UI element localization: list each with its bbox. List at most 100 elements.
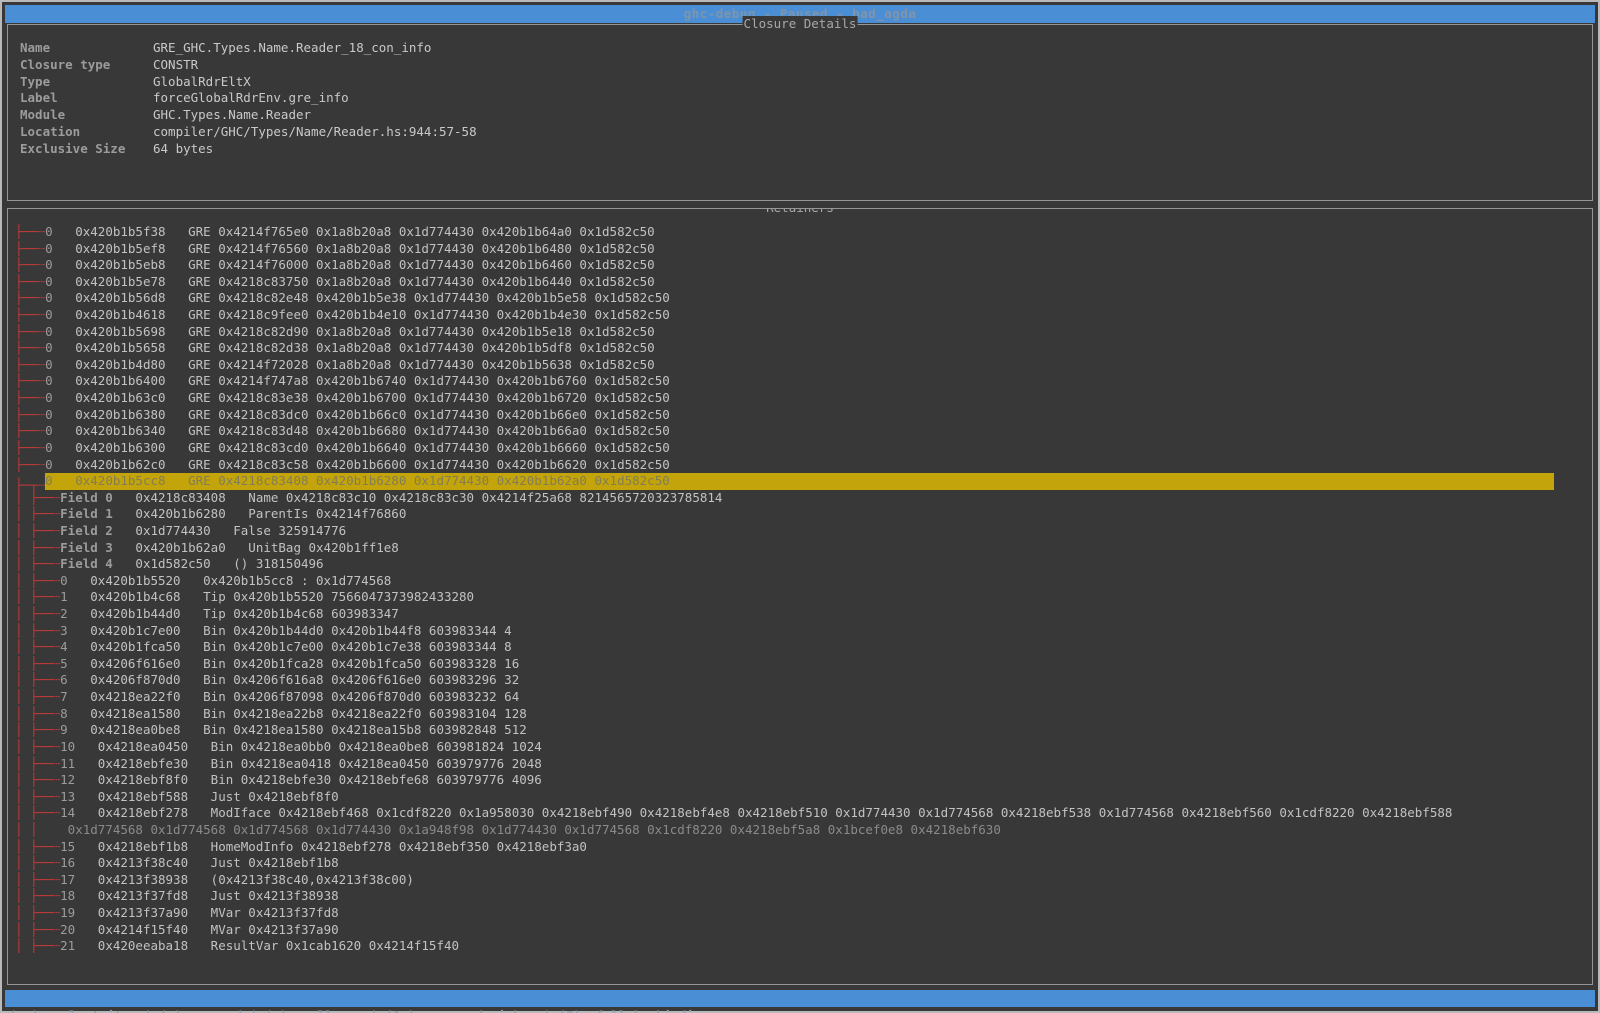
- tree-row[interactable]: │ ├──┄18 0x4213f37fd8 Just 0x4213f38938: [15, 888, 1590, 905]
- row-index: 11: [60, 756, 75, 771]
- row-closure-text: 0x4206f616e0 Bin 0x420b1fca28 0x420b1fca…: [68, 656, 520, 671]
- tree-row[interactable]: ├──┄0 0x420b1b4d80 GRE 0x4214f72028 0x1a…: [15, 357, 1590, 374]
- tree-row[interactable]: │ ├──┄1 0x420b1b4c68 Tip 0x420b1b5520 75…: [15, 589, 1590, 606]
- row-closure-text: 0x420b1b62a0 UnitBag 0x420b1ff1e8: [113, 540, 399, 555]
- tree-row[interactable]: ├──┄0 0x420b1b56d8 GRE 0x4218c82e48 0x42…: [15, 290, 1590, 307]
- row-body: 0 0x420b1b63c0 GRE 0x4218c83e38 0x420b1b…: [45, 390, 670, 405]
- tree-branch-icon: │ │: [15, 822, 38, 837]
- tree-branch-icon: │ ├──┄: [15, 523, 60, 538]
- tree-branch-icon: ├──┄: [15, 290, 45, 305]
- tree-branch-icon: │ ├──┄: [15, 540, 60, 555]
- tree-row[interactable]: ├──┄0 0x420b1b63c0 GRE 0x4218c83e38 0x42…: [15, 390, 1590, 407]
- field-value: GRE_GHC.Types.Name.Reader_18_con_info: [153, 40, 431, 57]
- tree-row[interactable]: │ ├──┄13 0x4218ebf588 Just 0x4218ebf8f0: [15, 789, 1590, 806]
- tree-branch-icon: ├──┄: [15, 241, 45, 256]
- tree-row[interactable]: │ ├──┄15 0x4218ebf1b8 HomeModInfo 0x4218…: [15, 839, 1590, 856]
- row-index: 15: [60, 839, 75, 854]
- tree-row[interactable]: │ ├──┄7 0x4218ea22f0 Bin 0x4206f87098 0x…: [15, 689, 1590, 706]
- tree-row[interactable]: │ ├──┄6 0x4206f870d0 Bin 0x4206f616a8 0x…: [15, 672, 1590, 689]
- tree-row[interactable]: │ ├──┄20 0x4214f15f40 MVar 0x4213f37a90: [15, 922, 1590, 939]
- row-index: 12: [60, 772, 75, 787]
- row-closure-text: 0x4218ebfe30 Bin 0x4218ea0418 0x4218ea04…: [75, 756, 542, 771]
- row-body: 0 0x420b1b5cc8 GRE 0x4218c83408 0x420b1b…: [45, 473, 1554, 490]
- closure-field-row: Closure typeCONSTR: [20, 57, 1584, 74]
- row-index: 0: [45, 440, 53, 455]
- tree-branch-icon: │ ├──┄: [15, 556, 60, 571]
- tree-row[interactable]: ├──┄0 0x420b1b5698 GRE 0x4218c82d90 0x1a…: [15, 324, 1590, 341]
- tree-branch-icon: │ ├──┄: [15, 739, 60, 754]
- tree-row[interactable]: │ ├──┄14 0x4218ebf278 ModIface 0x4218ebf…: [15, 805, 1590, 822]
- row-closure-text: 0x420b1b44d0 Tip 0x420b1b4c68 603983347: [68, 606, 399, 621]
- tree-row[interactable]: ├──┄0 0x420b1b6380 GRE 0x4218c83dc0 0x42…: [15, 407, 1590, 424]
- tree-row[interactable]: │ ├──┄8 0x4218ea1580 Bin 0x4218ea22b8 0x…: [15, 706, 1590, 723]
- tree-row[interactable]: │ ├──┄5 0x4206f616e0 Bin 0x420b1fca28 0x…: [15, 656, 1590, 673]
- tree-row[interactable]: │ ├──┄21 0x420eeaba18 ResultVar 0x1cab16…: [15, 938, 1590, 955]
- row-field-label: Field 3: [60, 540, 113, 555]
- row-index: 17: [60, 872, 75, 887]
- tree-row[interactable]: │ ├──┄10 0x4218ea0450 Bin 0x4218ea0bb0 0…: [15, 739, 1590, 756]
- tree-row[interactable]: ├──┄0 0x420b1b4618 GRE 0x4218c9fee0 0x42…: [15, 307, 1590, 324]
- tree-row[interactable]: │ ├──┄Field 3 0x420b1b62a0 UnitBag 0x420…: [15, 540, 1590, 557]
- tree-branch-icon: │ ├──┄: [15, 706, 60, 721]
- tree-row[interactable]: ├──┄0 0x420b1b6400 GRE 0x4214f747a8 0x42…: [15, 373, 1590, 390]
- row-body: Field 0 0x4218c83408 Name 0x4218c83c10 0…: [60, 490, 722, 505]
- tree-branch-icon: ├──┄: [15, 257, 45, 272]
- tree-row[interactable]: │ ├──┄Field 4 0x1d582c50 () 318150496: [15, 556, 1590, 573]
- tree-branch-icon: │ ├──┄: [15, 772, 60, 787]
- closure-field-row: LabelforceGlobalRdrEnv.gre_info: [20, 90, 1584, 107]
- tree-branch-icon: │ ├──┄: [15, 506, 60, 521]
- tree-row[interactable]: │ ├──┄Field 0 0x4218c83408 Name 0x4218c8…: [15, 490, 1590, 507]
- tree-row[interactable]: │ ├──┄3 0x420b1c7e00 Bin 0x420b1b44d0 0x…: [15, 623, 1590, 640]
- row-closure-text: 0x420b1b5658 GRE 0x4218c82d38 0x1a8b20a8…: [53, 340, 655, 355]
- row-field-label: Field 1: [60, 506, 113, 521]
- tree-row[interactable]: │ ├──┄12 0x4218ebf8f0 Bin 0x4218ebfe30 0…: [15, 772, 1590, 789]
- tree-row[interactable]: │ ├──┄Field 2 0x1d774430 False 325914776: [15, 523, 1590, 540]
- tree-row-selected[interactable]: ├─┬┄0 0x420b1b5cc8 GRE 0x4218c83408 0x42…: [15, 473, 1590, 490]
- tree-branch-icon: ├──┄: [15, 440, 45, 455]
- tree-row[interactable]: ├──┄0 0x420b1b5f38 GRE 0x4214f765e0 0x1a…: [15, 224, 1590, 241]
- tree-row[interactable]: │ ├──┄9 0x4218ea0be8 Bin 0x4218ea1580 0x…: [15, 722, 1590, 739]
- row-body: 12 0x4218ebf8f0 Bin 0x4218ebfe30 0x4218e…: [60, 772, 542, 787]
- tree-row[interactable]: │ ├──┄4 0x420b1fca50 Bin 0x420b1c7e00 0x…: [15, 639, 1590, 656]
- row-closure-text: 0x4206f870d0 Bin 0x4206f616a8 0x4206f616…: [68, 672, 520, 687]
- row-body: 0 0x420b1b5658 GRE 0x4218c82d38 0x1a8b20…: [45, 340, 655, 355]
- tree-row[interactable]: │ ├──┄17 0x4213f38938 (0x4213f38c40,0x42…: [15, 872, 1590, 889]
- row-body: Field 3 0x420b1b62a0 UnitBag 0x420b1ff1e…: [60, 540, 399, 555]
- tree-row[interactable]: │ ├──┄16 0x4213f38c40 Just 0x4218ebf1b8: [15, 855, 1590, 872]
- row-index: 0: [45, 357, 53, 372]
- row-index: 0: [45, 224, 53, 239]
- tree-branch-icon: ├──┄: [15, 274, 45, 289]
- row-body: 4 0x420b1fca50 Bin 0x420b1c7e00 0x420b1c…: [60, 639, 512, 654]
- row-body: 0 0x420b1b62c0 GRE 0x4218c83c58 0x420b1b…: [45, 457, 670, 472]
- tree-branch-icon: ├──┄: [15, 373, 45, 388]
- row-closure-text: 0x420b1b4d80 GRE 0x4214f72028 0x1a8b20a8…: [53, 357, 655, 372]
- tree-row[interactable]: ├──┄0 0x420b1b5658 GRE 0x4218c82d38 0x1a…: [15, 340, 1590, 357]
- tree-row[interactable]: ├──┄0 0x420b1b5ef8 GRE 0x4214f76560 0x1a…: [15, 241, 1590, 258]
- tree-row[interactable]: ├──┄0 0x420b1b6300 GRE 0x4218c83cd0 0x42…: [15, 440, 1590, 457]
- tree-branch-icon: │ ├──┄: [15, 905, 60, 920]
- tree-row[interactable]: │ ├──┄11 0x4218ebfe30 Bin 0x4218ea0418 0…: [15, 756, 1590, 773]
- tree-branch-icon: │ ├──┄: [15, 672, 60, 687]
- field-label: Type: [20, 74, 153, 91]
- tree-branch-icon: │ ├──┄: [15, 606, 60, 621]
- field-label: Closure type: [20, 57, 153, 74]
- tree-row[interactable]: │ ├──┄2 0x420b1b44d0 Tip 0x420b1b4c68 60…: [15, 606, 1590, 623]
- tree-row[interactable]: ├──┄0 0x420b1b6340 GRE 0x4218c83d48 0x42…: [15, 423, 1590, 440]
- tree-row[interactable]: │ ├──┄0 0x420b1b5520 0x420b1b5cc8 : 0x1d…: [15, 573, 1590, 590]
- row-body: 0 0x420b1b4d80 GRE 0x4214f72028 0x1a8b20…: [45, 357, 655, 372]
- tree-row[interactable]: │ ├──┄19 0x4213f37a90 MVar 0x4213f37fd8: [15, 905, 1590, 922]
- tree-row[interactable]: ├──┄0 0x420b1b5e78 GRE 0x4218c83750 0x1a…: [15, 274, 1590, 291]
- field-value: compiler/GHC/Types/Name/Reader.hs:944:57…: [153, 124, 477, 141]
- tree-row-continuation: │ │ 0x1d774568 0x1d774568 0x1d774568 0x1…: [15, 822, 1590, 839]
- row-body: 20 0x4214f15f40 MVar 0x4213f37a90: [60, 922, 338, 937]
- field-value: GlobalRdrEltX: [153, 74, 251, 91]
- tree-row[interactable]: ├──┄0 0x420b1b5eb8 GRE 0x4214f76000 0x1a…: [15, 257, 1590, 274]
- closure-field-row: Locationcompiler/GHC/Types/Name/Reader.h…: [20, 124, 1584, 141]
- tree-row[interactable]: ├──┄0 0x420b1b62c0 GRE 0x4218c83c58 0x42…: [15, 457, 1590, 474]
- row-index: 19: [60, 905, 75, 920]
- tree-row[interactable]: │ ├──┄Field 1 0x420b1b6280 ParentIs 0x42…: [15, 506, 1590, 523]
- tree-branch-icon: │ ├──┄: [15, 922, 60, 937]
- tree-branch-icon: ├──┄: [15, 407, 45, 422]
- tree-branch-icon: │ ├──┄: [15, 938, 60, 953]
- row-closure-text: 0x420b1fca50 Bin 0x420b1c7e00 0x420b1c7e…: [68, 639, 512, 654]
